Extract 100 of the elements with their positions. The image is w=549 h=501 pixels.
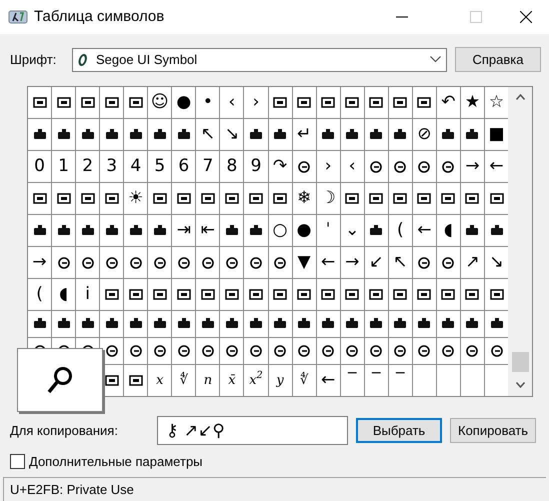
symbol-icon[interactable] [273, 345, 288, 357]
character-cell[interactable]: ↖ [388, 247, 412, 278]
symbol-icon[interactable] [128, 128, 143, 140]
symbol-icon[interactable] [441, 256, 456, 268]
character-cell[interactable]: y [268, 365, 292, 396]
character-cell[interactable] [100, 87, 124, 118]
symbol-icon[interactable] [465, 128, 480, 140]
character-cell[interactable] [148, 311, 172, 337]
symbol-icon[interactable] [490, 345, 504, 357]
character-cell[interactable] [124, 338, 148, 364]
character-cell[interactable]: ◖ [52, 279, 76, 310]
character-cell[interactable] [412, 183, 436, 214]
character-cell[interactable]: ˈ [316, 215, 340, 246]
character-cell[interactable]: → [28, 247, 52, 278]
symbol-icon[interactable] [441, 345, 456, 357]
symbol-icon[interactable] [490, 224, 504, 236]
character-cell[interactable] [52, 215, 76, 246]
select-button[interactable]: Выбрать [356, 418, 442, 443]
symbol-icon[interactable] [248, 128, 263, 140]
character-cell[interactable] [52, 87, 76, 118]
character-cell[interactable] [460, 338, 484, 364]
symbol-icon[interactable] [152, 345, 167, 357]
character-cell[interactable] [484, 183, 508, 214]
character-cell[interactable]: 3 [100, 151, 124, 182]
character-cell[interactable] [316, 338, 340, 364]
character-cell[interactable] [196, 247, 220, 278]
symbol-icon[interactable] [345, 128, 360, 140]
character-cell[interactable] [220, 247, 244, 278]
character-cell[interactable] [124, 247, 148, 278]
character-cell[interactable] [292, 87, 316, 118]
symbol-icon[interactable] [32, 318, 47, 330]
symbol-icon[interactable] [273, 256, 288, 268]
symbol-icon[interactable] [393, 96, 408, 108]
character-cell[interactable]: x̄ [220, 365, 244, 396]
symbol-icon[interactable] [273, 288, 288, 300]
symbol-icon[interactable] [369, 224, 384, 236]
character-cell[interactable] [172, 247, 196, 278]
symbol-icon[interactable] [104, 288, 119, 300]
symbol-icon[interactable] [224, 256, 239, 268]
character-cell[interactable] [316, 87, 340, 118]
character-cell[interactable]: ← [484, 151, 508, 182]
character-cell[interactable] [76, 247, 100, 278]
character-cell[interactable] [412, 279, 436, 310]
character-cell[interactable] [412, 311, 436, 337]
symbol-icon[interactable] [465, 192, 480, 204]
character-cell[interactable]: ‹ [340, 151, 364, 182]
symbol-icon[interactable] [104, 374, 119, 386]
symbol-icon[interactable] [248, 318, 263, 330]
character-cell[interactable] [364, 183, 388, 214]
symbol-icon[interactable] [441, 192, 456, 204]
symbol-icon[interactable] [417, 160, 432, 172]
symbol-icon[interactable] [152, 128, 167, 140]
character-cell[interactable]: ↷ [268, 151, 292, 182]
character-cell[interactable] [316, 279, 340, 310]
character-cell[interactable]: ↙ [364, 247, 388, 278]
character-cell[interactable]: ↗ [460, 247, 484, 278]
character-cell[interactable] [268, 279, 292, 310]
symbol-icon[interactable] [104, 224, 119, 236]
symbol-icon[interactable] [465, 224, 480, 236]
character-cell[interactable] [52, 311, 76, 337]
symbol-icon[interactable] [200, 318, 215, 330]
symbol-icon[interactable] [104, 96, 119, 108]
character-cell[interactable]: ↵ [292, 119, 316, 150]
character-cell[interactable] [52, 247, 76, 278]
character-cell[interactable]: x$^{2}$ [244, 365, 268, 396]
character-cell[interactable]: 9 [244, 151, 268, 182]
character-cell[interactable] [460, 119, 484, 150]
symbol-icon[interactable] [490, 288, 504, 300]
character-cell[interactable] [412, 87, 436, 118]
character-cell[interactable]: ‾ [388, 365, 412, 396]
symbol-icon[interactable] [176, 192, 191, 204]
character-cell[interactable] [388, 119, 412, 150]
symbol-icon[interactable] [200, 345, 215, 357]
scrollbar[interactable] [508, 87, 532, 396]
character-cell[interactable] [172, 311, 196, 337]
symbol-icon[interactable] [32, 96, 47, 108]
character-cell[interactable] [76, 119, 100, 150]
character-cell[interactable]: ⊘ [412, 119, 436, 150]
character-cell[interactable] [388, 87, 412, 118]
symbol-icon[interactable] [345, 345, 360, 357]
character-cell[interactable] [436, 311, 460, 337]
character-cell[interactable] [364, 311, 388, 337]
character-cell[interactable]: 5 [148, 151, 172, 182]
character-cell[interactable] [364, 119, 388, 150]
character-cell[interactable]: ∜ [172, 365, 196, 396]
character-cell[interactable] [100, 119, 124, 150]
character-cell[interactable]: • [196, 87, 220, 118]
character-cell[interactable] [388, 183, 412, 214]
symbol-icon[interactable] [345, 288, 360, 300]
character-cell[interactable] [172, 279, 196, 310]
character-cell[interactable]: › [244, 87, 268, 118]
symbol-icon[interactable] [104, 345, 119, 357]
symbol-icon[interactable] [128, 256, 143, 268]
character-cell[interactable] [316, 311, 340, 337]
character-cell[interactable] [100, 279, 124, 310]
symbol-icon[interactable] [224, 192, 239, 204]
character-cell[interactable]: i [76, 279, 100, 310]
symbol-icon[interactable] [417, 192, 432, 204]
character-cell[interactable] [484, 338, 508, 364]
symbol-icon[interactable] [273, 318, 288, 330]
